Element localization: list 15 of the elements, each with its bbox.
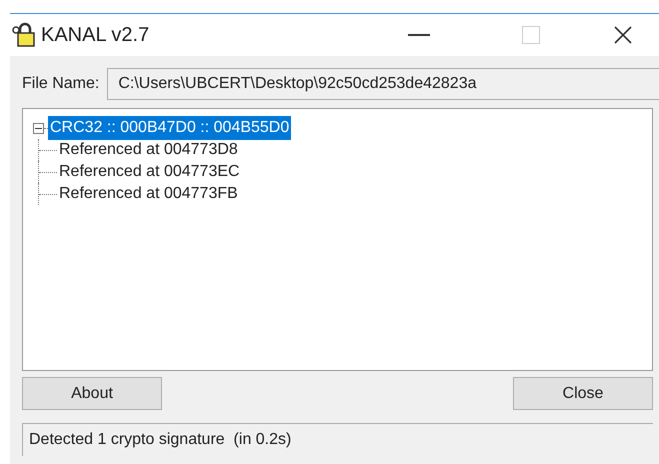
file-name-label: File Name: [22,74,100,94]
maximize-icon [522,26,540,44]
close-icon [614,26,632,44]
tree-item[interactable]: Referenced at 004773FB [57,182,240,206]
file-name-field[interactable]: C:\Users\UBCERT\Desktop\92c50cd253de42823a [107,68,659,100]
tree-item[interactable]: CRC32 :: 000B47D0 :: 004B55D0 [48,116,292,140]
status-bar: Detected 1 crypto signature (in 0.2s) [22,423,653,456]
window-title: KANAL v2.7 [41,23,150,48]
tree-item[interactable]: Referenced at 004773D8 [57,138,240,162]
close-button[interactable]: Close [513,377,653,410]
about-button[interactable]: About [22,377,162,410]
minimize-icon [408,34,430,36]
tree-item[interactable]: Referenced at 004773EC [57,160,242,184]
padlock-icon [12,22,38,48]
collapse-icon[interactable] [33,122,44,134]
